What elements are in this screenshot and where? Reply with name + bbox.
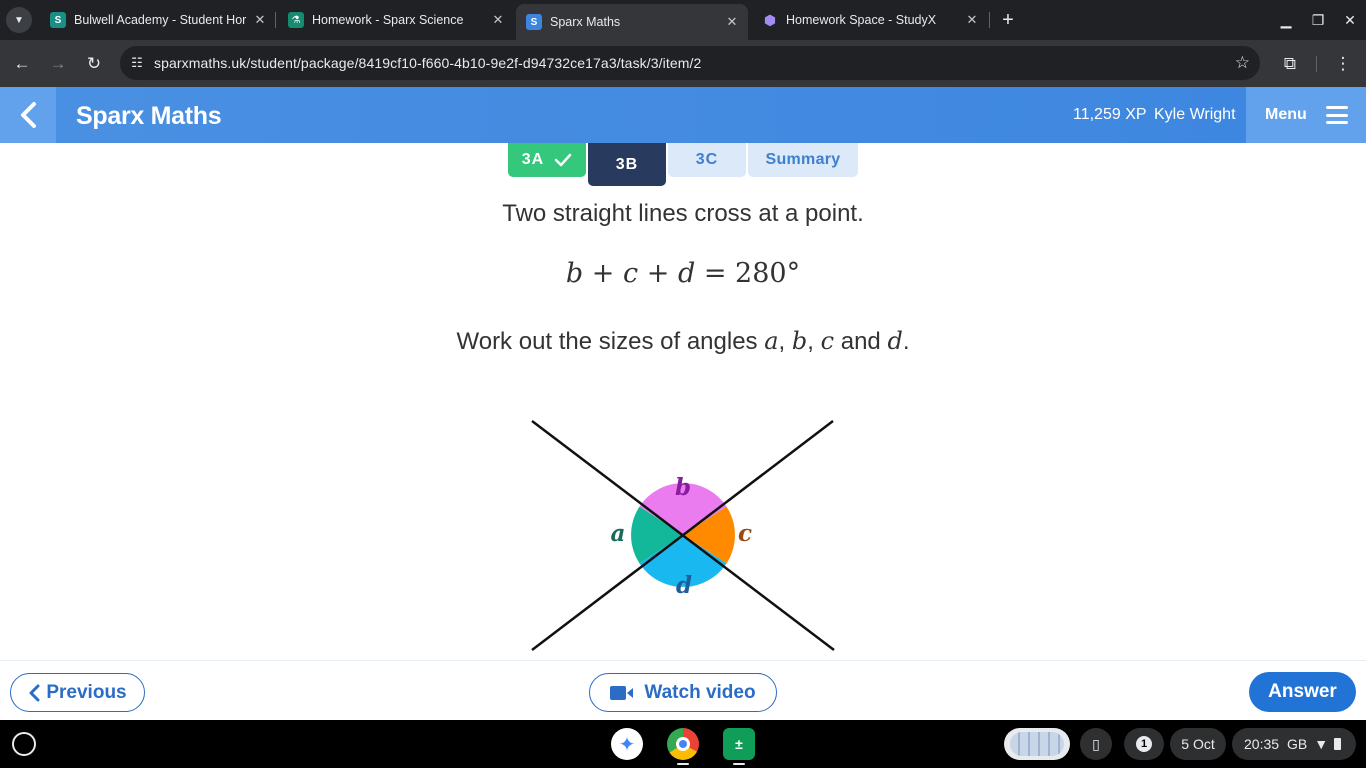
browser-tab-strip: ▼ S Bulwell Academy - Student Hor ✕ ⚗ Ho… xyxy=(0,0,1366,40)
browser-tab[interactable]: ⚗ Homework - Sparx Science ✕ xyxy=(278,4,514,36)
menu-button[interactable]: Menu xyxy=(1246,87,1366,143)
tab-task-3b[interactable]: 3B xyxy=(588,143,666,186)
instruction-var-c: c xyxy=(820,327,835,355)
tab-separator xyxy=(275,12,276,28)
tab-label: 3C xyxy=(695,151,719,168)
watch-video-button[interactable]: Watch video xyxy=(589,673,777,712)
chevron-left-icon xyxy=(29,684,40,701)
tab-task-3a[interactable]: 3A xyxy=(508,143,586,177)
site-settings-icon[interactable]: ☷ xyxy=(120,46,154,80)
angle-label-d: d xyxy=(676,572,692,599)
calculator-app-icon[interactable]: ± xyxy=(723,728,755,760)
close-tab-icon[interactable]: ✕ xyxy=(962,12,982,28)
minimize-icon[interactable]: ▁ xyxy=(1274,8,1298,32)
tab-title: Sparx Maths xyxy=(550,15,621,29)
close-window-icon[interactable]: ✕ xyxy=(1338,8,1362,32)
brand-title: Sparx Maths xyxy=(76,102,222,130)
tab-task-3c[interactable]: 3C xyxy=(668,143,746,177)
video-camera-icon xyxy=(610,685,634,700)
status-tray[interactable]: 20:35 GB ▼ xyxy=(1232,728,1356,760)
browser-tab[interactable]: S Bulwell Academy - Student Hor ✕ xyxy=(40,4,276,36)
angle-label-c: c xyxy=(738,520,752,547)
instruction-and: and xyxy=(840,328,881,355)
eq-var-b: b xyxy=(565,258,584,289)
watch-video-label: Watch video xyxy=(644,681,756,703)
new-tab-plus-icon[interactable]: + xyxy=(996,8,1020,32)
chevron-left-icon xyxy=(21,102,36,128)
forward-arrow-icon[interactable]: → xyxy=(45,51,71,77)
locale-text: GB xyxy=(1287,736,1308,752)
restore-window-icon[interactable]: ❐ xyxy=(1306,8,1330,32)
toolbar-separator xyxy=(1316,56,1317,72)
eq-value: 280° xyxy=(735,258,801,289)
os-shelf: ✦ ± ▯ 1 5 Oct 20:35 GB ▼ xyxy=(0,720,1366,768)
launcher-circle-icon[interactable] xyxy=(12,732,36,756)
flask-icon: ⚗ xyxy=(288,12,304,28)
holding-space-thumbnails[interactable] xyxy=(1004,728,1070,760)
browser-tab[interactable]: ⬢ Homework Space - StudyX ✕ xyxy=(752,4,988,36)
checkmark-icon xyxy=(554,153,572,167)
sparx-learning-icon: S xyxy=(50,12,66,28)
instruction-var-d: d xyxy=(887,327,903,355)
user-name: Kyle Wright xyxy=(1154,106,1236,123)
close-tab-icon[interactable]: ✕ xyxy=(250,12,270,28)
phone-hub-icon[interactable]: ▯ xyxy=(1080,728,1112,760)
answer-button[interactable]: Answer xyxy=(1249,672,1356,712)
previous-button[interactable]: Previous xyxy=(10,673,145,712)
back-button[interactable] xyxy=(0,87,56,143)
tab-label: 3A xyxy=(521,151,545,168)
gemini-sparkle-icon[interactable]: ✦ xyxy=(611,728,643,760)
tab-label: Summary xyxy=(765,151,841,168)
answer-label: Answer xyxy=(1268,681,1337,702)
time-text: 20:35 xyxy=(1244,736,1280,752)
question-text: Two straight lines cross at a point. xyxy=(502,200,864,227)
reload-icon[interactable]: ↻ xyxy=(81,51,107,77)
bookmark-star-icon[interactable]: ☆ xyxy=(1235,53,1250,73)
eq-var-c: c xyxy=(623,258,639,289)
xp-counter: 11,259 XP xyxy=(1073,106,1147,123)
tab-summary[interactable]: Summary xyxy=(748,143,858,177)
tab-search-chevron-icon[interactable]: ▼ xyxy=(6,7,32,33)
chrome-browser-icon[interactable] xyxy=(667,728,699,760)
browser-tab-active[interactable]: S Sparx Maths ✕ xyxy=(516,4,748,40)
close-tab-icon[interactable]: ✕ xyxy=(722,14,742,30)
url-text[interactable]: sparxmaths.uk/student/package/8419cf10-f… xyxy=(154,55,701,71)
date-pill[interactable]: 5 Oct xyxy=(1170,728,1226,760)
menu-label: Menu xyxy=(1265,106,1307,123)
hamburger-icon xyxy=(1325,106,1348,124)
question-equation: b + c + d = 280° xyxy=(565,258,801,289)
app-running-indicator xyxy=(733,763,745,765)
previous-label: Previous xyxy=(46,681,127,703)
angle-label-b: b xyxy=(675,474,691,501)
more-options-icon[interactable]: ⋮ xyxy=(1330,51,1356,77)
footer-bar: Previous Watch video Answer xyxy=(0,660,1366,720)
back-arrow-icon[interactable]: ← xyxy=(9,51,35,77)
tab-title: Homework - Sparx Science xyxy=(312,13,464,27)
tab-title: Bulwell Academy - Student Hor xyxy=(74,13,247,27)
notification-counter[interactable]: 1 xyxy=(1124,728,1164,760)
extensions-puzzle-icon[interactable]: ⧉ xyxy=(1277,51,1303,77)
instruction-var-a: a xyxy=(764,327,779,355)
studyx-cube-icon: ⬢ xyxy=(763,11,777,28)
sparx-s-icon: S xyxy=(526,14,542,30)
sparx-header: Sparx Maths 11,259 XP Kyle Wright Menu xyxy=(0,87,1366,143)
eq-var-d: d xyxy=(677,258,696,289)
date-text: 5 Oct xyxy=(1181,736,1215,752)
instruction-text: Work out the sizes of angles xyxy=(456,328,758,355)
address-bar[interactable]: ☷ sparxmaths.uk/student/package/8419cf10… xyxy=(120,46,1260,80)
instruction-var-b: b xyxy=(791,327,808,355)
tab-title: Homework Space - StudyX xyxy=(786,13,937,27)
tab-label: 3B xyxy=(615,155,639,173)
battery-icon xyxy=(1334,738,1342,750)
question-instruction: Work out the sizes of angles a, b, c and… xyxy=(456,327,910,355)
close-tab-icon[interactable]: ✕ xyxy=(488,12,508,28)
angles-diagram: b a c d xyxy=(531,420,835,651)
browser-toolbar: ← → ↻ ☷ sparxmaths.uk/student/package/84… xyxy=(0,40,1366,87)
app-running-indicator xyxy=(677,763,689,765)
notification-count: 1 xyxy=(1136,736,1152,752)
tab-separator xyxy=(989,12,990,28)
wifi-icon: ▼ xyxy=(1314,736,1329,752)
angle-label-a: a xyxy=(611,520,626,547)
